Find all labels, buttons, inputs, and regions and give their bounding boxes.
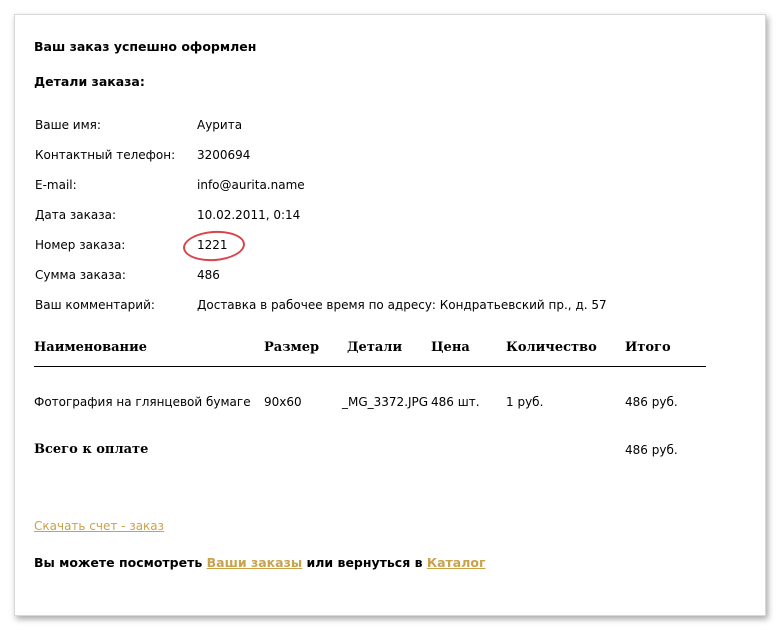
table-header-quantity: Количество <box>506 340 597 355</box>
detail-value-phone: 3200694 <box>197 148 251 162</box>
table-cell-quantity: 1 руб. <box>506 395 544 409</box>
table-header-details: Детали <box>347 340 403 355</box>
total-label: Всего к оплате <box>34 442 149 457</box>
detail-value-comment: Доставка в рабочее время по адресу: Конд… <box>197 298 607 312</box>
table-cell-name: Фотография на глянцевой бумаге <box>34 395 251 409</box>
catalog-link[interactable]: Каталог <box>427 555 486 570</box>
detail-value-date: 10.02.2011, 0:14 <box>197 208 301 222</box>
page-title: Ваш заказ успешно оформлен <box>34 39 257 54</box>
detail-value-order-number: 1221 <box>197 238 228 252</box>
table-cell-size: 90x60 <box>264 395 302 409</box>
table-header-size: Размер <box>264 340 320 355</box>
detail-label-comment: Ваш комментарий: <box>35 298 155 312</box>
table-cell-price: 486 шт. <box>431 395 480 409</box>
navigation-prefix: Вы можете посмотреть <box>34 555 203 570</box>
order-details-heading: Детали заказа: <box>34 74 145 89</box>
table-header-price: Цена <box>431 340 470 355</box>
my-orders-link[interactable]: Ваши заказы <box>207 555 303 570</box>
table-divider <box>34 366 706 367</box>
detail-label-phone: Контактный телефон: <box>35 148 176 162</box>
detail-label-name: Ваше имя: <box>35 118 101 132</box>
detail-value-sum: 486 <box>197 268 220 282</box>
detail-label-email: E-mail: <box>35 178 77 192</box>
detail-value-email: info@aurita.name <box>197 178 305 192</box>
detail-label-date: Дата заказа: <box>35 208 116 222</box>
download-invoice-link[interactable]: Скачать счет - заказ <box>34 519 164 533</box>
table-header-name: Наименование <box>34 340 147 355</box>
detail-label-order-number: Номер заказа: <box>35 238 126 252</box>
navigation-sentence: Вы можете посмотреть Ваши заказы или вер… <box>34 555 485 570</box>
table-cell-total: 486 руб. <box>625 395 678 409</box>
detail-value-name: Аурита <box>197 118 243 132</box>
table-cell-details: _MG_3372.JPG <box>342 395 429 409</box>
table-header-total: Итого <box>625 340 671 355</box>
order-confirmation-card: Ваш заказ успешно оформлен Детали заказа… <box>14 14 766 616</box>
detail-label-sum: Сумма заказа: <box>35 268 126 282</box>
navigation-middle: или вернуться в <box>306 555 423 570</box>
total-value: 486 руб. <box>625 443 678 457</box>
